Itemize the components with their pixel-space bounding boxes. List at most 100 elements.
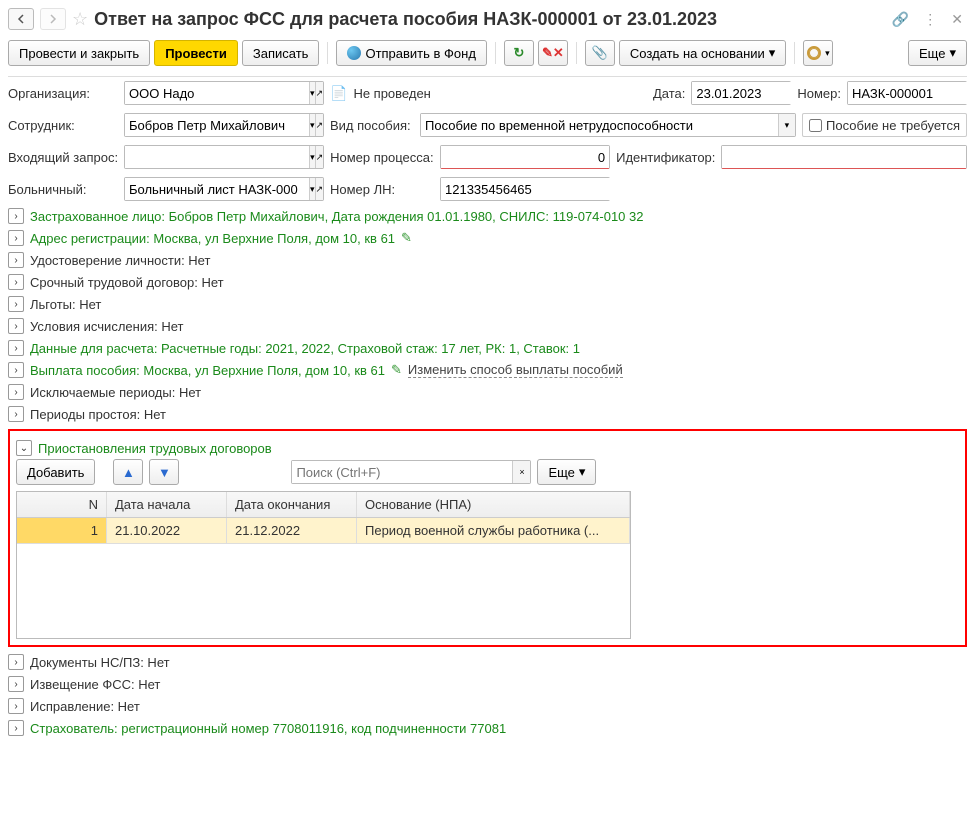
correction-section[interactable]: Исправление: Нет [30, 699, 140, 714]
write-button[interactable]: Записать [242, 40, 320, 66]
identifier-input[interactable] [721, 145, 967, 169]
insured-section[interactable]: Застрахованное лицо: Бобров Петр Михайло… [30, 209, 644, 224]
date-input[interactable]: 📅 [691, 81, 791, 105]
incoming-request-input[interactable]: ▾ ↗ [124, 145, 324, 169]
number-input[interactable] [847, 81, 967, 105]
organization-field[interactable] [125, 82, 309, 104]
ln-number-field[interactable] [441, 178, 625, 200]
incoming-request-field[interactable] [125, 146, 309, 168]
collapse-button[interactable]: ⌄ [16, 440, 32, 456]
benefit-not-required-box[interactable] [809, 119, 822, 132]
benefit-not-required-checkbox[interactable]: Пособие не требуется [802, 113, 967, 137]
expand-button[interactable]: › [8, 384, 24, 400]
open-button[interactable]: ↗ [315, 82, 324, 104]
more-label: Еще [919, 46, 945, 61]
add-row-button[interactable]: Добавить [16, 459, 95, 485]
create-based-on-button[interactable]: Создать на основании ▾ [619, 40, 786, 66]
link-icon[interactable]: 🔗 [888, 11, 913, 28]
benefit-type-input[interactable]: ▾ [420, 113, 796, 137]
nav-back-button[interactable] [8, 8, 34, 30]
post-status: Не проведен [353, 86, 430, 101]
move-up-button[interactable]: ▲ [113, 459, 143, 485]
table-more-button[interactable]: Еще ▾ [537, 459, 596, 485]
address-section[interactable]: Адрес регистрации: Москва, ул Верхние По… [30, 231, 395, 246]
expand-button[interactable]: › [8, 274, 24, 290]
expand-button[interactable]: › [8, 230, 24, 246]
cell-base: Период военной службы работника (... [357, 518, 630, 543]
expand-button[interactable]: › [8, 362, 24, 378]
open-button[interactable]: ↗ [315, 114, 324, 136]
arrow-right-icon [48, 14, 58, 24]
identifier-field[interactable] [722, 146, 966, 168]
process-number-input[interactable] [440, 145, 610, 169]
conditions-section[interactable]: Условия исчисления: Нет [30, 319, 183, 334]
identity-section[interactable]: Удостоверение личности: Нет [30, 253, 210, 268]
refresh-icon: ↻ [513, 45, 524, 61]
more-menu-icon[interactable]: ⋮ [919, 11, 941, 28]
expand-button[interactable]: › [8, 208, 24, 224]
process-number-field[interactable] [441, 146, 609, 168]
clear-x-icon: ✎✕ [542, 45, 564, 61]
expand-button[interactable]: › [8, 406, 24, 422]
refresh-button[interactable]: ↻ [504, 40, 534, 66]
organization-input[interactable]: ▾ ↗ [124, 81, 324, 105]
settings-button[interactable]: ▾ [803, 40, 833, 66]
expand-button[interactable]: › [8, 654, 24, 670]
col-end-header[interactable]: Дата окончания [227, 492, 357, 517]
idle-periods-section[interactable]: Периоды простоя: Нет [30, 407, 166, 422]
search-field[interactable] [292, 461, 512, 483]
date-label: Дата: [653, 86, 685, 101]
insurer-section[interactable]: Страхователь: регистрационный номер 7708… [30, 721, 506, 736]
col-base-header[interactable]: Основание (НПА) [357, 492, 630, 517]
benefit-not-required-label: Пособие не требуется [826, 118, 960, 133]
close-icon[interactable]: ✕ [947, 11, 967, 28]
ns-docs-section[interactable]: Документы НС/ПЗ: Нет [30, 655, 170, 670]
chevron-down-icon: ▾ [825, 48, 830, 59]
employee-input[interactable]: ▾ ↗ [124, 113, 324, 137]
change-payment-method-link[interactable]: Изменить способ выплаты пособий [408, 362, 623, 378]
favorite-star-icon[interactable]: ☆ [72, 9, 88, 30]
globe-icon [347, 46, 361, 60]
search-input[interactable]: × [291, 460, 531, 484]
send-to-fund-button[interactable]: Отправить в Фонд [336, 40, 486, 66]
dropdown-button[interactable]: ▾ [778, 114, 795, 136]
ln-number-input[interactable] [440, 177, 610, 201]
edit-pencil-icon[interactable]: ✎ [391, 362, 402, 378]
number-field[interactable] [848, 82, 975, 104]
attach-button[interactable]: 📎 [585, 40, 615, 66]
nav-forward-button[interactable] [40, 8, 66, 30]
col-n-header[interactable]: N [17, 492, 107, 517]
suspension-section[interactable]: Приостановления трудовых договоров [38, 441, 272, 456]
clear-search-button[interactable]: × [512, 461, 530, 483]
expand-button[interactable]: › [8, 252, 24, 268]
sick-list-label: Больничный: [8, 182, 118, 197]
edit-pencil-icon[interactable]: ✎ [401, 230, 412, 246]
open-button[interactable]: ↗ [315, 146, 324, 168]
expand-button[interactable]: › [8, 296, 24, 312]
col-start-header[interactable]: Дата начала [107, 492, 227, 517]
expand-button[interactable]: › [8, 720, 24, 736]
table-row[interactable]: 1 21.10.2022 21.12.2022 Период военной с… [17, 518, 630, 544]
post-button[interactable]: Провести [154, 40, 238, 66]
more-button[interactable]: Еще ▾ [908, 40, 967, 66]
contract-section[interactable]: Срочный трудовой договор: Нет [30, 275, 224, 290]
expand-button[interactable]: › [8, 676, 24, 692]
clear-button[interactable]: ✎✕ [538, 40, 568, 66]
sick-list-input[interactable]: ▾ ↗ [124, 177, 324, 201]
benefit-type-field[interactable] [421, 114, 778, 136]
benefits-section[interactable]: Льготы: Нет [30, 297, 101, 312]
incoming-request-label: Входящий запрос: [8, 150, 118, 165]
excluded-periods-section[interactable]: Исключаемые периоды: Нет [30, 385, 201, 400]
fss-notice-section[interactable]: Извещение ФСС: Нет [30, 677, 160, 692]
arrow-left-icon [16, 14, 26, 24]
expand-button[interactable]: › [8, 318, 24, 334]
employee-field[interactable] [125, 114, 309, 136]
open-button[interactable]: ↗ [315, 178, 324, 200]
move-down-button[interactable]: ▼ [149, 459, 179, 485]
sick-list-field[interactable] [125, 178, 309, 200]
calc-data-section[interactable]: Данные для расчета: Расчетные годы: 2021… [30, 341, 580, 356]
payment-section[interactable]: Выплата пособия: Москва, ул Верхние Поля… [30, 363, 385, 378]
expand-button[interactable]: › [8, 698, 24, 714]
post-and-close-button[interactable]: Провести и закрыть [8, 40, 150, 66]
expand-button[interactable]: › [8, 340, 24, 356]
